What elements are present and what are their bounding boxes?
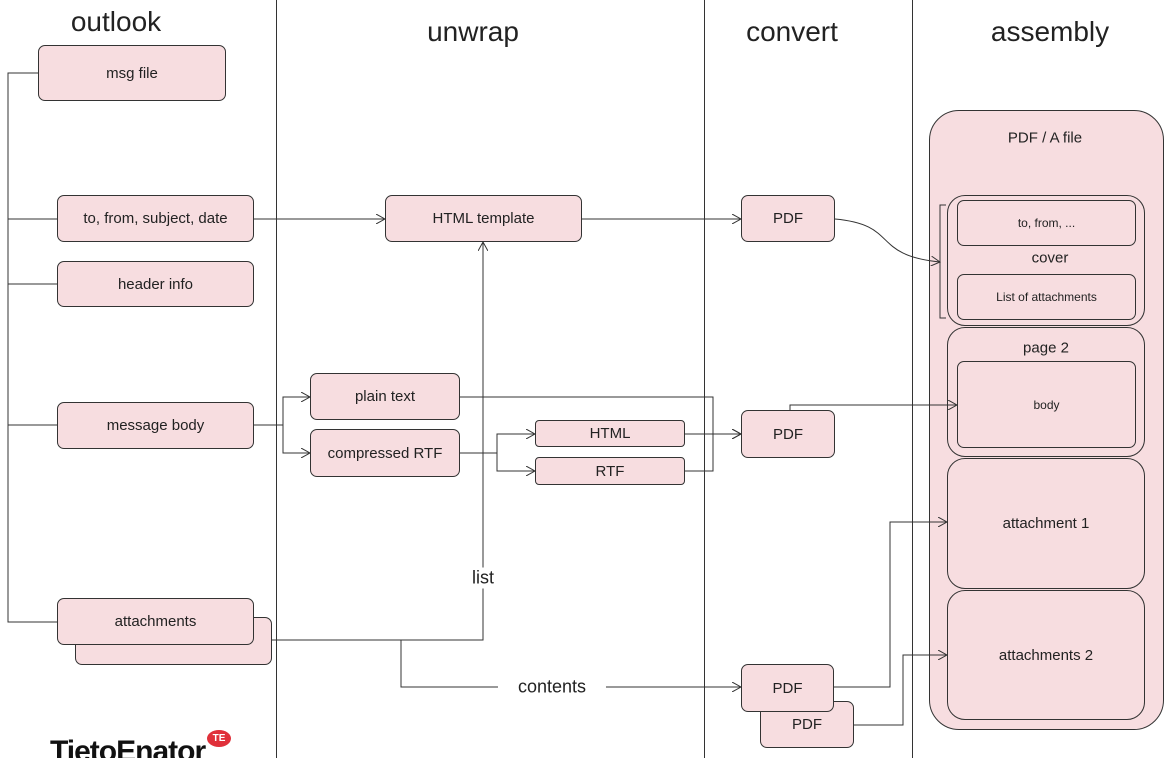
attachment2-box: attachments 2	[947, 590, 1145, 720]
pdf-body-box: PDF	[741, 410, 835, 458]
pdfa-file-label: PDF / A file	[1007, 129, 1083, 147]
heading-assembly: assembly	[990, 16, 1110, 47]
cover-fields-box: to, from, ...	[957, 200, 1136, 246]
attachment1-box: attachment 1	[947, 458, 1145, 589]
tietoenator-logo: TietoEnator	[50, 735, 206, 758]
compressed-rtf-box: compressed RTF	[310, 429, 460, 477]
list-of-attachments-box: List of attachments	[957, 274, 1136, 320]
pdf-attachment1-box: PDF	[741, 664, 834, 712]
contents-label: contents	[497, 676, 607, 698]
plain-text-box: plain text	[310, 373, 460, 420]
outlook-trunk-line	[7, 72, 57, 623]
heading-unwrap: unwrap	[427, 16, 519, 47]
rtf-box: RTF	[535, 457, 685, 485]
message-body-box: message body	[57, 402, 254, 449]
attachments-box: attachments	[57, 598, 254, 645]
arrow-crtf-to-rtf	[496, 453, 535, 471]
pdf-header-box: PDF	[741, 195, 835, 242]
page2-label: page 2	[1023, 339, 1069, 357]
body-box: body	[957, 361, 1136, 448]
column-divider	[912, 0, 913, 758]
diagram: outlook unwrap convert assembly PDF / A …	[0, 0, 1173, 758]
html-box: HTML	[535, 420, 685, 447]
arrow-pdf-to-cover	[834, 218, 940, 262]
column-divider	[704, 0, 705, 758]
msg-file-box: msg file	[38, 45, 226, 101]
fields-box: to, from, subject, date	[57, 195, 254, 242]
column-divider	[276, 0, 277, 758]
arrow-body-to-plain	[254, 397, 310, 426]
heading-convert: convert	[746, 16, 838, 47]
arrow-crtf-to-html	[460, 434, 535, 454]
cover-label: cover	[1031, 249, 1069, 267]
heading-outlook: outlook	[70, 6, 162, 37]
header-info-box: header info	[57, 261, 254, 307]
arrow-body-to-rtf	[282, 425, 310, 453]
html-template-box: HTML template	[385, 195, 582, 242]
list-label: list	[466, 567, 500, 589]
te-badge-icon: TE	[207, 730, 231, 747]
